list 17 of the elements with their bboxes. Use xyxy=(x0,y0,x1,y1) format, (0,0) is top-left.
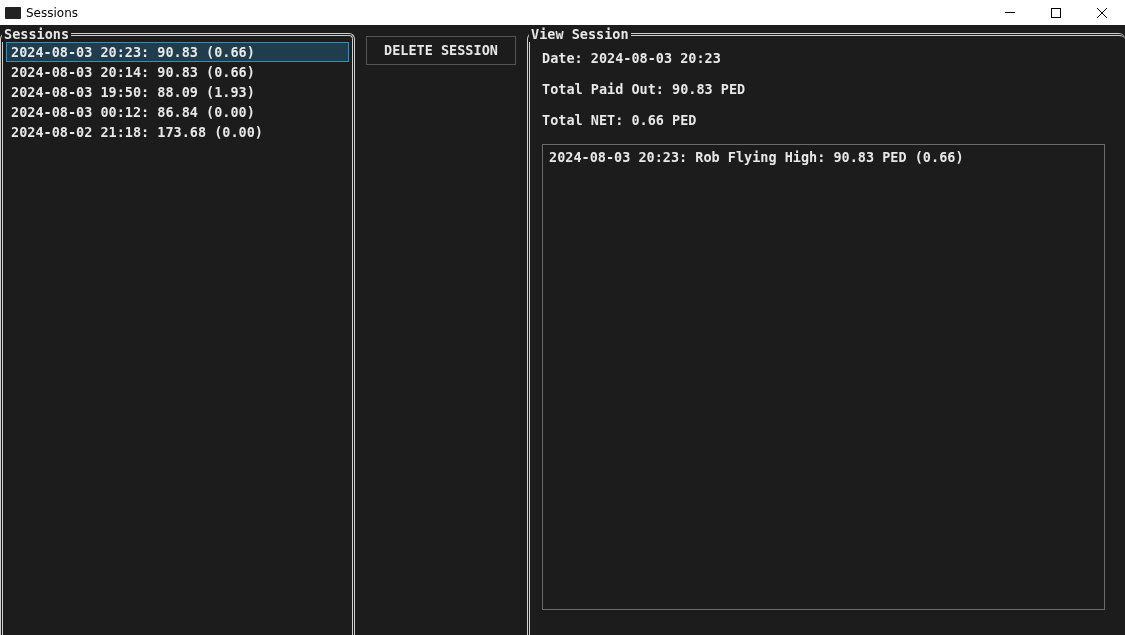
maximize-icon xyxy=(1051,7,1061,18)
panel-title: View Session xyxy=(530,26,630,42)
session-detail: Date: 2024-08-03 20:23 xyxy=(542,49,722,68)
close-icon xyxy=(1097,7,1107,18)
session-item[interactable]: 2024-08-03 19:50: 88.09 (1.93) xyxy=(6,82,349,102)
session-item[interactable]: 2024-08-03 20:23: 90.83 (0.66) xyxy=(6,42,349,62)
session-detail: Total NET: 0.66 PED xyxy=(542,111,698,130)
app-icon xyxy=(5,6,21,19)
window-title: Sessions xyxy=(26,4,79,22)
delete-session-button[interactable]: DELETE SESSION xyxy=(366,36,516,65)
session-item[interactable]: 2024-08-02 21:18: 173.68 (0.00) xyxy=(6,122,349,142)
entry-item[interactable]: 2024-08-03 20:23: Rob Flying High: 90.83 PED (0.66) xyxy=(549,149,1098,166)
session-item[interactable]: 2024-08-03 00:12: 86.84 (0.00) xyxy=(6,102,349,122)
minimize-icon xyxy=(1005,12,1015,13)
session-detail: Total Paid Out: 90.83 PED xyxy=(542,80,747,99)
session-item[interactable]: 2024-08-03 20:14: 90.83 (0.66) xyxy=(6,62,349,82)
panel-title: Sessions xyxy=(3,26,71,42)
